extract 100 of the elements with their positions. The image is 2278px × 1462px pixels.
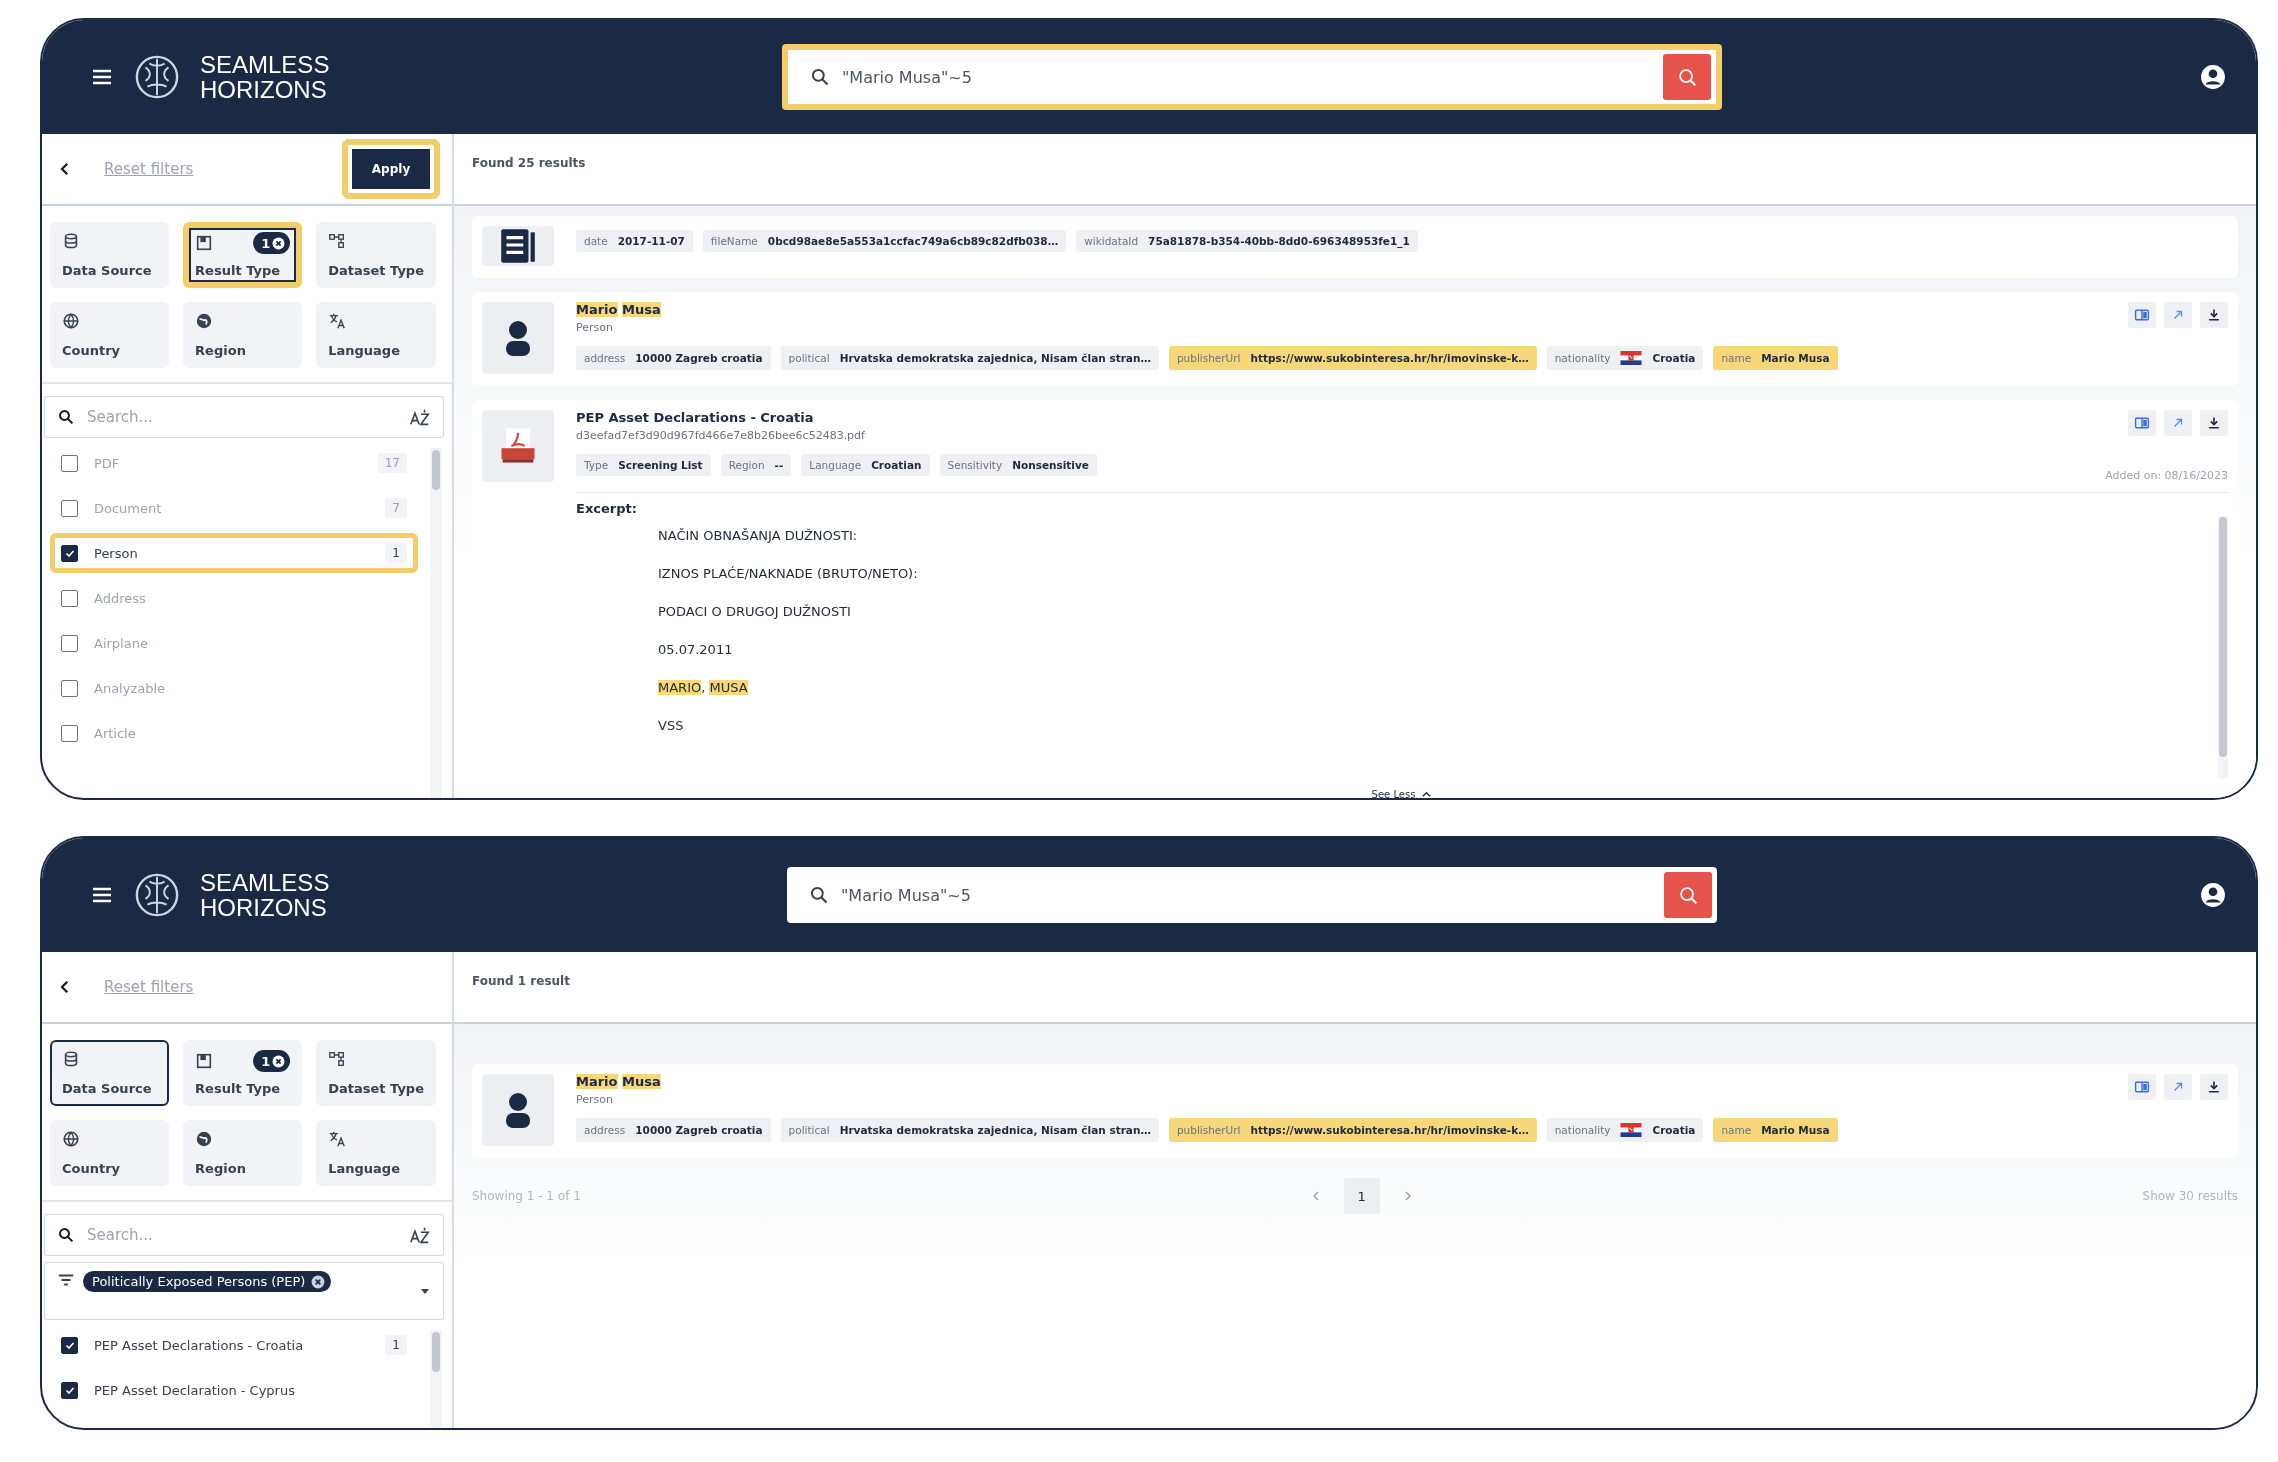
checkbox[interactable] [61, 1336, 78, 1354]
filter-tab[interactable]: Data Source [50, 222, 170, 288]
checkbox[interactable] [61, 634, 78, 652]
database-icon [62, 1050, 80, 1068]
apply-button[interactable]: Apply [342, 139, 440, 199]
attribute-tag: name Mario Musa [1713, 346, 1838, 370]
excerpt-line: VSS [658, 716, 685, 735]
added-date: Added on: 08/16/2023 [2105, 469, 2228, 482]
query-text: "Mario Musa"~5 [842, 67, 972, 87]
option-count: 1 [385, 1335, 407, 1355]
globe-icon [62, 1130, 80, 1148]
page-size-label: Show 30 results [2142, 1189, 2238, 1203]
filter-tab[interactable]: Data Source [50, 1040, 170, 1106]
reader-button[interactable] [2128, 302, 2156, 328]
count-badge[interactable]: 1 [253, 1050, 291, 1072]
filter-chip[interactable]: Politically Exposed Persons (PEP) [83, 1271, 332, 1292]
filter-tab[interactable]: Region [183, 302, 303, 368]
download-button[interactable] [2200, 302, 2228, 328]
download-button[interactable] [2200, 1074, 2228, 1100]
attribute-tag: Language Croatian [801, 454, 930, 476]
excerpt-line: 05.07.2011 [658, 640, 734, 659]
filter-tab[interactable]: Country [50, 1120, 170, 1186]
translate-icon [328, 1130, 347, 1148]
search-icon [809, 885, 829, 905]
reader-button[interactable] [2128, 410, 2156, 436]
count-badge[interactable]: 1 [253, 232, 291, 254]
result-subtitle: d3eefad7ef3d90d967fd466e7e8b26bee6c52483.pdf [576, 429, 866, 442]
search-button[interactable] [1663, 54, 1711, 100]
scrollbar[interactable] [2218, 516, 2228, 778]
checkbox[interactable] [61, 454, 78, 472]
checkbox[interactable] [61, 589, 78, 607]
search-icon [810, 67, 830, 87]
nodes-icon [328, 232, 347, 250]
result-title[interactable]: Mario Musa [576, 302, 2106, 317]
see-less-button[interactable]: See Less [1365, 788, 1439, 798]
translate-icon [328, 312, 347, 330]
excerpt-label: Excerpt: [576, 501, 638, 516]
attribute-tag: address 10000 Zagreb croatia [576, 1118, 771, 1142]
checkbox[interactable] [61, 724, 78, 742]
globe-icon [62, 312, 80, 330]
attribute-tag: Type Screening List [576, 454, 711, 476]
earth-icon [195, 1130, 214, 1148]
option-count: 1 [385, 543, 407, 563]
checkbox[interactable] [61, 499, 78, 517]
showing-count: Showing 1 - 1 of 1 [472, 1189, 581, 1203]
user-avatar-icon[interactable] [2200, 64, 2226, 90]
database-icon [62, 232, 80, 250]
attribute-tag: name Mario Musa [1713, 1118, 1838, 1142]
attribute-tag: Region -- [720, 454, 792, 476]
result-title[interactable]: Mario Musa [576, 1074, 2106, 1089]
excerpt-line: NAČIN OBNAŠANJA DUŽNOSTI: [658, 526, 859, 545]
filter-tab[interactable]: 1 Result Type [183, 222, 303, 288]
scrollbar[interactable] [430, 448, 442, 798]
user-avatar-icon[interactable] [2200, 882, 2226, 908]
page-button[interactable]: 1 [1343, 1178, 1380, 1214]
filter-tab[interactable]: 1 Result Type [183, 1040, 303, 1106]
search-icon [1676, 66, 1698, 88]
attribute-tag: political Hrvatska demokratska zajednica, Nisam član stran… [780, 346, 1159, 370]
option-count: 17 [377, 453, 407, 473]
reader-button[interactable] [2128, 1074, 2156, 1100]
filter-tab[interactable]: Dataset Type [316, 222, 436, 288]
attribute-tag: fileName 0bcd98ae8e5a553a1ccfac749a6cb89c82dfb038… [702, 230, 1067, 252]
clear-icon[interactable] [272, 236, 286, 250]
option-label: Document [94, 500, 162, 516]
excerpt-line: MARIO, MUSA [658, 678, 749, 697]
search-icon [57, 408, 75, 426]
download-icon [2206, 415, 2222, 431]
option-label: Analyzable [94, 680, 166, 696]
option-count: 7 [385, 498, 407, 518]
option-label: PDF [94, 455, 120, 471]
checkbox[interactable] [61, 1381, 78, 1399]
filter-option[interactable]: PEP Asset Declarations - Croatia 1 [50, 1325, 418, 1365]
query-text: "Mario Musa"~5 [841, 885, 971, 905]
search-button[interactable] [1664, 872, 1712, 918]
filter-tab[interactable]: Language [316, 1120, 436, 1186]
remove-icon[interactable] [311, 1274, 326, 1289]
book-icon [2134, 415, 2150, 431]
book-icon [2134, 1079, 2150, 1095]
brand-name: SEAMLESS HORIZONS [200, 52, 330, 102]
search-icon [57, 1226, 75, 1244]
checkbox[interactable] [61, 679, 78, 697]
filter-option[interactable]: PEP Asset Declaration - Cyprus [50, 1370, 418, 1410]
checkbox[interactable] [61, 544, 78, 562]
filter-tab[interactable]: Dataset Type [316, 1040, 436, 1106]
filter-tab[interactable]: Country [50, 302, 170, 368]
result-subtitle: Person [576, 321, 614, 334]
filter-option[interactable]: Person 1 [50, 533, 418, 573]
scrollbar[interactable] [430, 1330, 442, 1428]
bookmark-square-icon [195, 1052, 214, 1070]
filter-tab[interactable]: Language [316, 302, 436, 368]
attribute-tag: wikidataId 75a81878-b354-40bb-8dd0-696348953fe1_1 [1076, 230, 1418, 252]
filter-chip-box[interactable]: Politically Exposed Persons (PEP) [44, 1262, 444, 1320]
brain-logo-icon [134, 54, 180, 100]
filter-tab[interactable]: Region [183, 1120, 303, 1186]
flag-icon [1620, 351, 1643, 365]
clear-icon[interactable] [272, 1054, 286, 1068]
download-button[interactable] [2200, 410, 2228, 436]
brand-name: SEAMLESS HORIZONS [200, 870, 330, 920]
excerpt-line: IZNOS PLAĆE/NAKNADE (BRUTO/NETO): [658, 564, 919, 583]
result-title[interactable]: PEP Asset Declarations - Croatia [576, 410, 2084, 425]
